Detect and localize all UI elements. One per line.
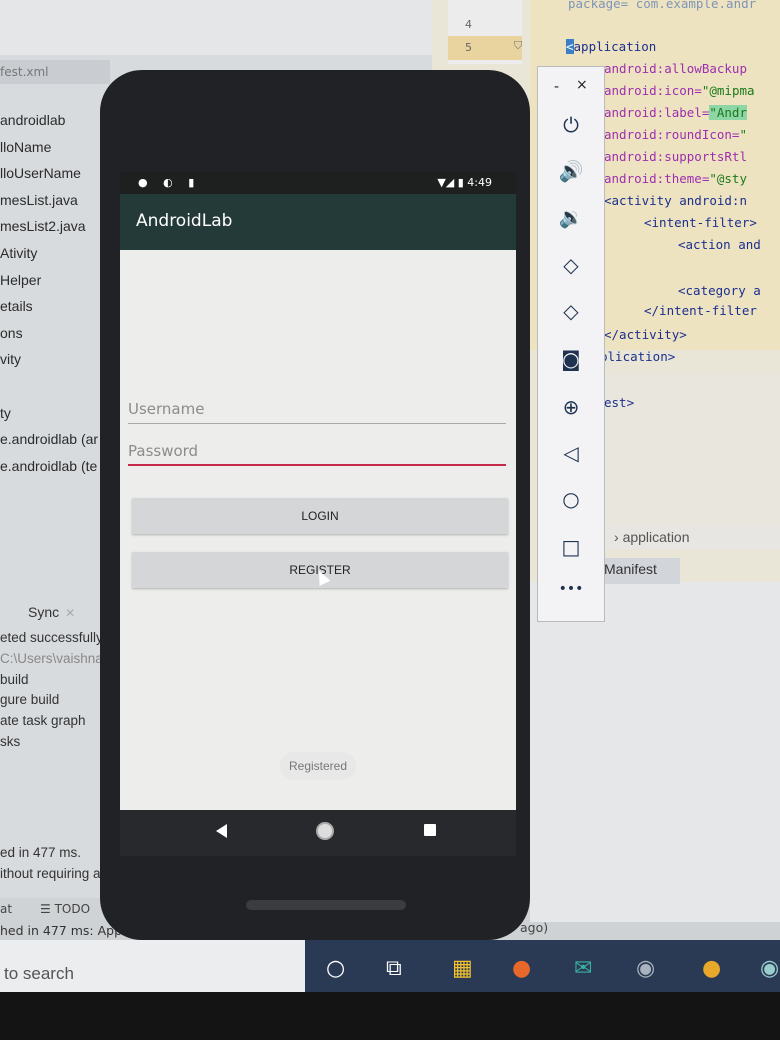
shield-icon: ⛉ [514, 39, 523, 52]
volume-down-icon[interactable]: 🔉 [538, 195, 604, 239]
tab-manifest[interactable]: Manifest [600, 558, 680, 584]
app-icon[interactable]: ◉ [760, 956, 779, 981]
firefox-icon[interactable]: ● [512, 956, 531, 981]
wifi-icon: ▼◢ ▮ [437, 176, 468, 189]
rotate-right-icon[interactable]: ◇ [538, 289, 604, 333]
code-line: <action and [678, 237, 761, 252]
phone-speaker [246, 900, 406, 910]
sync-tab-label: Sync [28, 604, 60, 620]
status-right: ▼◢ ▮ 4:49 [437, 176, 492, 189]
code-line: android:label="Andr [604, 105, 747, 120]
mail-icon[interactable]: ✉ [574, 956, 592, 981]
monitor-bezel [0, 992, 780, 1040]
nav-back-icon[interactable] [216, 824, 227, 838]
line-number: 4 [465, 18, 472, 31]
code-line: plication> [600, 349, 675, 364]
code-val: " [739, 127, 747, 142]
code-line: </intent-filter [644, 303, 757, 318]
back-icon[interactable]: ◁ [538, 431, 604, 475]
code-attr: android:label= [604, 105, 710, 120]
volume-up-icon[interactable]: 🔊 [538, 149, 604, 193]
cortana-icon[interactable]: ○ [326, 956, 345, 981]
code-attr: android:allowBackup [604, 61, 747, 76]
code-line: android:icon="@mipma [604, 83, 755, 98]
code-val: "@mipma [701, 83, 755, 98]
app-bar: AndroidLab [120, 194, 516, 250]
code-line: <application [566, 39, 656, 54]
home-icon[interactable]: ○ [538, 477, 604, 521]
status-right: ago) [520, 920, 549, 935]
photo-of-screen: fest.xml androidlab lloName lloUserName … [0, 0, 780, 1040]
rotate-left-icon[interactable]: ◇ [538, 243, 604, 287]
clock: 4:49 [467, 176, 492, 189]
status-message: hed in 477 ms: App [0, 923, 123, 938]
tool-window-tab[interactable]: at [0, 902, 12, 916]
toast-message: Registered [280, 752, 356, 780]
code-line: android:theme="@sty [604, 171, 747, 186]
code-attr: android:icon= [604, 83, 702, 98]
line-number: 5 [465, 41, 472, 54]
search-placeholder: to search [4, 964, 74, 983]
code-line: android:supportsRtl [604, 149, 747, 164]
todo-label: TODO [54, 902, 91, 916]
overview-icon[interactable]: □ [538, 525, 604, 569]
nav-recents-icon[interactable] [424, 824, 436, 836]
notification-icons: ● ◐ ▮ [138, 176, 201, 189]
login-button[interactable]: LOGIN [132, 498, 508, 534]
code-line: est> [604, 395, 635, 410]
code-tag: application [573, 39, 657, 54]
code-tag: plication> [600, 349, 676, 364]
ide-lower-right [530, 582, 780, 922]
nav-home-icon[interactable] [316, 822, 334, 840]
password-hint: Password [128, 442, 199, 460]
close-icon[interactable]: × [576, 77, 588, 93]
camera-icon[interactable]: ◙ [538, 337, 604, 381]
emulator-toolbar: - × ⏻ 🔊 🔉 ◇ ◇ ◙ ⊕ ◁ ○ □ ••• [537, 66, 605, 622]
code-attr: android:roundIcon= [604, 127, 740, 142]
password-input[interactable]: Password [128, 442, 506, 466]
todo-tab[interactable]: ☰ TODO [40, 902, 90, 916]
taskbar-search[interactable]: to search [0, 940, 305, 992]
gutter-highlight [448, 36, 522, 60]
close-icon[interactable]: ✕ [65, 606, 75, 620]
more-icon[interactable]: ••• [538, 567, 604, 611]
sync-tab[interactable]: Sync ✕ [28, 604, 75, 620]
app-icon[interactable]: ◉ [636, 956, 655, 981]
phone-screen: ● ◐ ▮ ▼◢ ▮ 4:49 AndroidLab Username Pass… [120, 172, 516, 810]
code-line: android:roundIcon=" [604, 127, 747, 142]
android-nav-bar [120, 810, 516, 856]
editor-tab[interactable]: fest.xml [0, 60, 110, 84]
breadcrumb-label: application [622, 529, 690, 545]
username-input[interactable]: Username [128, 400, 506, 424]
code-line: <intent-filter> [644, 215, 757, 230]
app-title: AndroidLab [136, 211, 233, 231]
power-icon[interactable]: ⏻ [538, 103, 604, 147]
code-val: "Andr [709, 105, 747, 120]
code-val: "@sty [709, 171, 747, 186]
zoom-icon[interactable]: ⊕ [538, 385, 604, 429]
code-line: <activity android:n [604, 193, 747, 208]
code-line: package= com.example.andr [568, 0, 757, 11]
breadcrumb[interactable]: › application [600, 525, 780, 549]
list-icon: ☰ [40, 902, 55, 916]
ide-top-strip [0, 0, 440, 55]
store-icon[interactable]: ▦ [452, 956, 473, 981]
login-form: Username Password [128, 400, 506, 466]
minimize-icon[interactable]: - [554, 79, 559, 95]
code-line: <category a [678, 283, 761, 298]
code-attr: android:theme= [604, 171, 710, 186]
code-line: android:allowBackup [604, 61, 747, 76]
code-attr: android:supportsRtl [604, 149, 747, 164]
cursor-caret: < [566, 39, 574, 54]
android-status-bar: ● ◐ ▮ ▼◢ ▮ 4:49 [120, 172, 516, 194]
code-line: </activity> [604, 327, 687, 342]
windows-taskbar: to search ○ ⧉ ▦ ● ✉ ◉ ● ◉ [0, 940, 780, 992]
chevron-right-icon: › [614, 529, 623, 545]
app-icon[interactable]: ● [702, 956, 721, 981]
task-view-icon[interactable]: ⧉ [386, 956, 402, 981]
username-hint: Username [128, 400, 205, 418]
